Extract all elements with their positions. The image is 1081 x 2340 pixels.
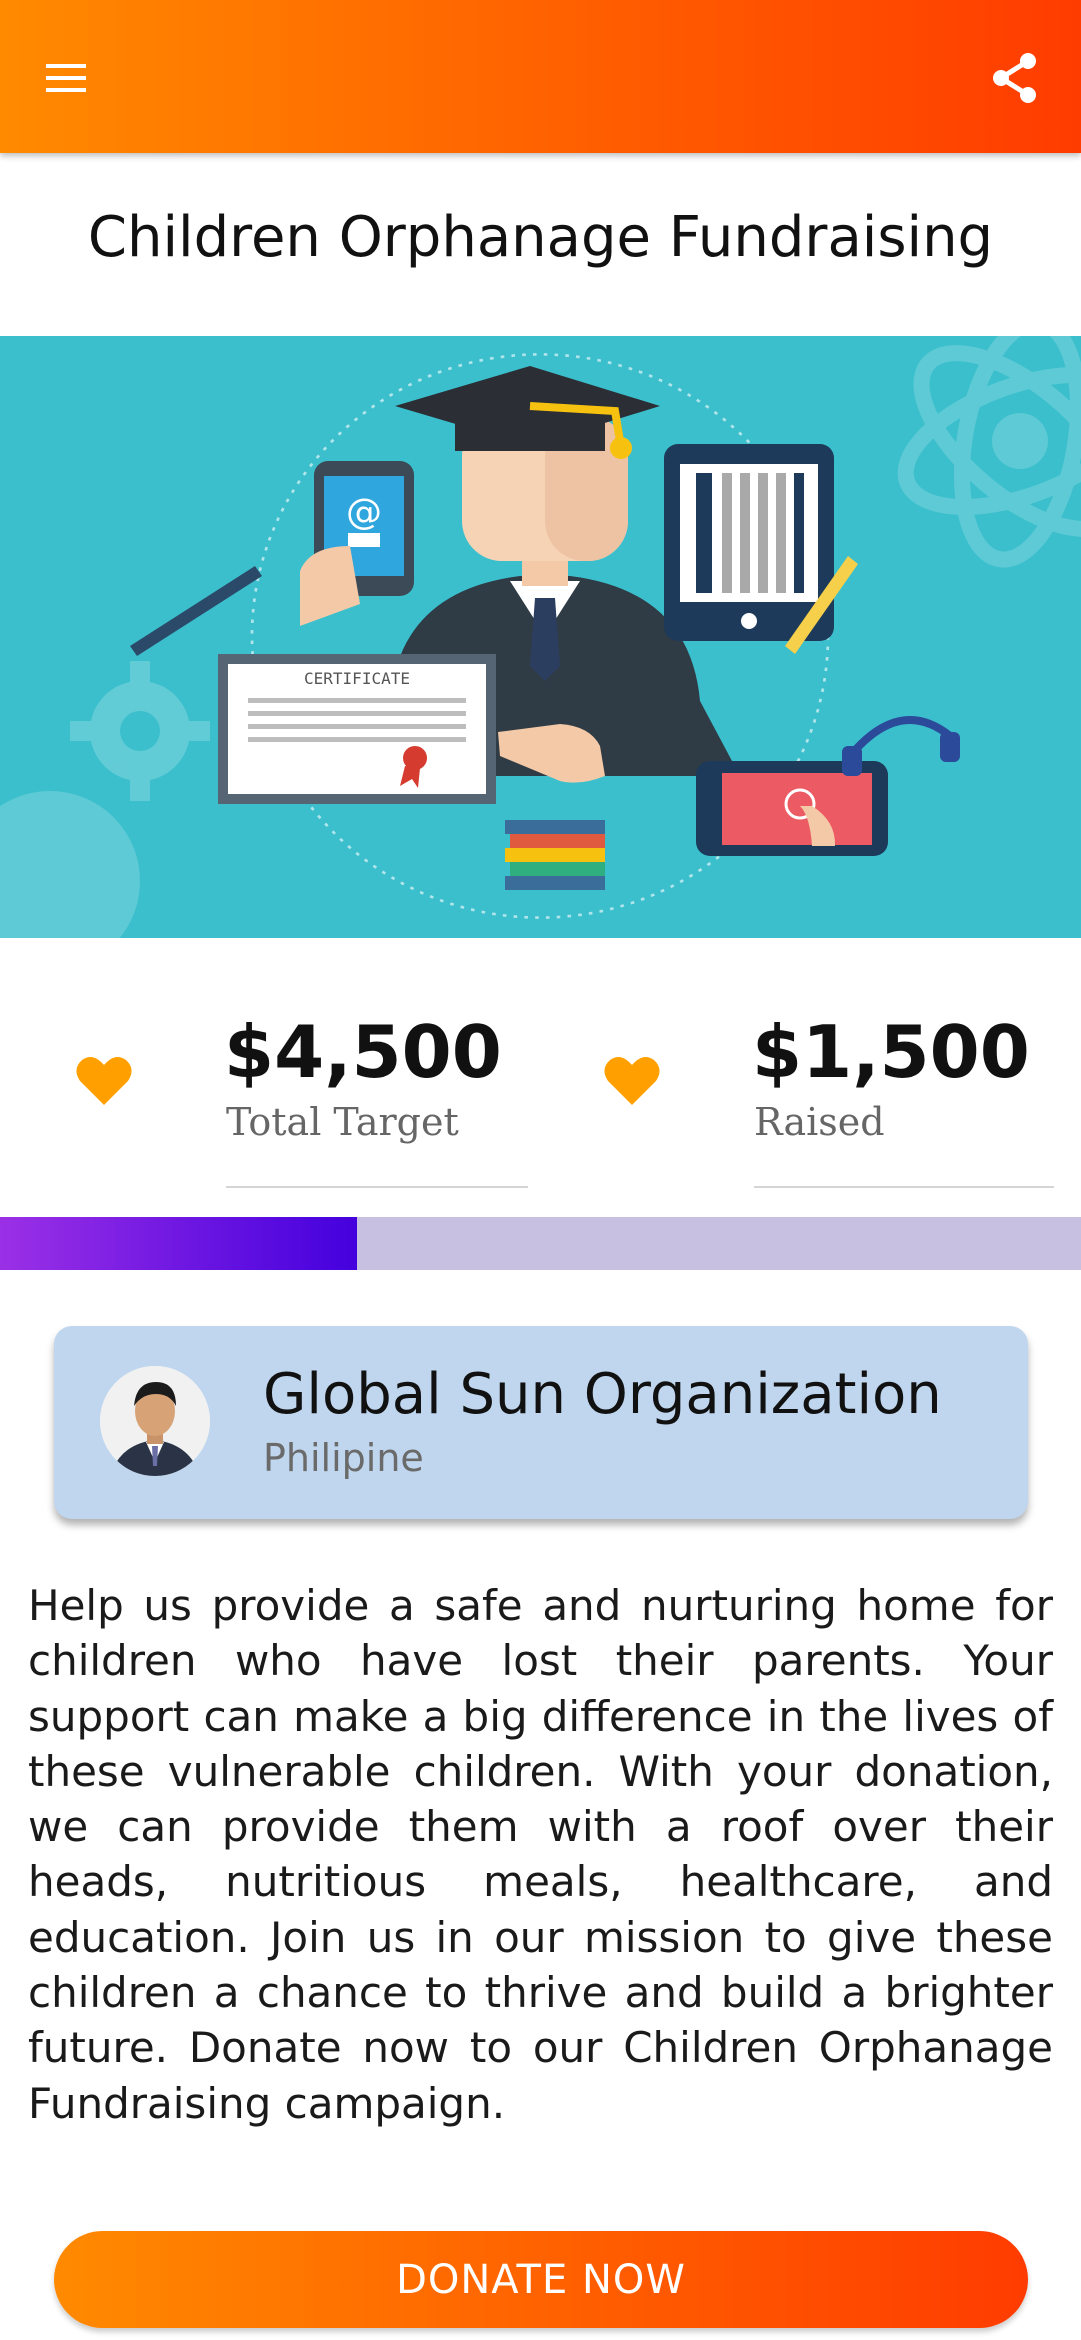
divider	[226, 1186, 528, 1188]
target-label: Total Target	[226, 1100, 459, 1144]
organization-card[interactable]: Global Sun Organization Philipine	[54, 1326, 1028, 1519]
divider	[754, 1186, 1054, 1188]
target-amount: $4,500	[224, 1010, 502, 1094]
share-button[interactable]	[979, 42, 1051, 114]
stat-raised: $1,500 Raised	[540, 1000, 1081, 1200]
heart-icon	[76, 1056, 132, 1105]
certificate-text: CERTIFICATE	[304, 669, 410, 688]
raised-label: Raised	[754, 1100, 885, 1144]
organization-name: Global Sun Organization	[263, 1362, 942, 1427]
funding-progress-bar	[0, 1217, 1081, 1270]
share-icon	[993, 53, 1036, 103]
donate-now-button[interactable]: DONATE NOW	[54, 2231, 1028, 2328]
organization-location: Philipine	[263, 1436, 424, 1480]
menu-icon	[46, 64, 86, 92]
heart-icon	[604, 1056, 660, 1105]
campaign-title: Children Orphanage Fundraising	[87, 205, 994, 270]
svg-text:@: @	[346, 492, 382, 533]
raised-amount: $1,500	[752, 1010, 1030, 1094]
stat-total-target: $4,500 Total Target	[0, 1000, 540, 1200]
menu-button[interactable]	[30, 42, 102, 114]
top-app-bar	[0, 0, 1081, 153]
campaign-description: Help us provide a safe and nurturing hom…	[28, 1581, 1053, 2128]
progress-fill	[0, 1217, 357, 1270]
campaign-hero-image: @ CERTIFICATE	[0, 336, 1081, 938]
avatar	[100, 1366, 210, 1476]
